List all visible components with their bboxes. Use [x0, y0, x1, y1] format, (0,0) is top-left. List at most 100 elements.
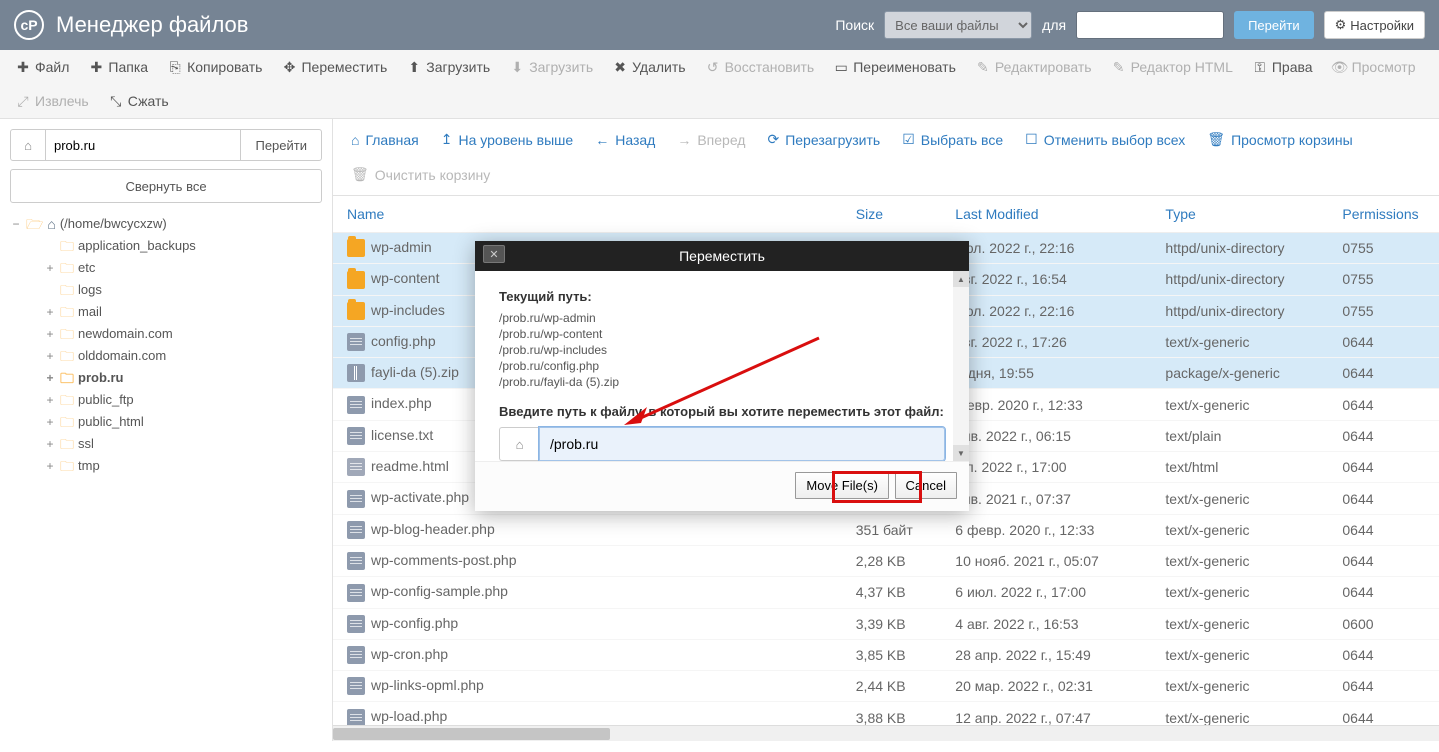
file-name: wp-activate.php [371, 489, 469, 505]
col-size[interactable]: Size [842, 196, 942, 233]
file-icon [347, 427, 365, 445]
expand-icon[interactable]: + [44, 301, 56, 323]
reload-button[interactable]: ⟳Перезагрузить [757, 123, 890, 156]
search-input[interactable] [1076, 11, 1224, 39]
col-name[interactable]: Name [333, 196, 842, 233]
table-row[interactable]: wp-blog-header.php351 байт6 февр. 2020 г… [333, 514, 1439, 545]
expand-icon[interactable]: + [44, 389, 56, 411]
file-icon [347, 552, 365, 570]
back-button[interactable]: ←Назад [585, 123, 665, 156]
upload-button[interactable]: ⬆Загрузить [397, 50, 500, 84]
expand-icon[interactable]: + [44, 257, 56, 279]
dest-home-button[interactable]: ⌂ [499, 427, 539, 461]
select-all-button[interactable]: ☑Выбрать все [892, 123, 1013, 156]
search-go-button[interactable]: Перейти [1234, 11, 1314, 39]
tree-item[interactable]: +🗀public_ftp [10, 389, 322, 411]
eye-icon: 👁 [1333, 60, 1347, 74]
copy-button[interactable]: ⎘Копировать [158, 50, 272, 84]
tree-item-label: olddomain.com [78, 345, 166, 367]
tree-item[interactable]: +🗀mail [10, 301, 322, 323]
tree-item[interactable]: 🗀application_backups [10, 235, 322, 257]
edit-button[interactable]: ✎Редактировать [966, 50, 1102, 84]
settings-button[interactable]: ⚙Настройки [1324, 11, 1425, 39]
tree-item[interactable]: +🗀prob.ru [10, 367, 322, 389]
cancel-button[interactable]: Cancel [895, 472, 957, 499]
path-go-button[interactable]: Перейти [240, 129, 322, 161]
up-button[interactable]: ↥На уровень выше [431, 123, 583, 156]
folder-button[interactable]: ✚Папка [79, 50, 158, 84]
file-modified: февр. 2020 г., 12:33 [941, 389, 1151, 420]
dialog-header[interactable]: ✕ Переместить [475, 241, 969, 271]
tree-item[interactable]: +🗀tmp [10, 455, 322, 477]
close-icon: ✕ [489, 248, 498, 261]
main-toolbar: ✚Файл ✚Папка ⎘Копировать ✥Переместить ⬆З… [0, 50, 1439, 119]
file-button[interactable]: ✚Файл [6, 50, 79, 84]
file-modified: 28 апр. 2022 г., 15:49 [941, 639, 1151, 670]
path-input[interactable] [46, 129, 240, 161]
forward-button[interactable]: →Вперед [667, 123, 755, 156]
empty-trash-button[interactable]: 🗑Очистить корзину [341, 158, 500, 191]
expand-icon[interactable]: + [44, 411, 56, 433]
compress-button[interactable]: ⤡Сжать [99, 84, 179, 118]
permissions-button[interactable]: ⚿Права [1243, 50, 1323, 84]
file-type: text/x-generic [1151, 702, 1328, 725]
file-size: 3,39 KB [842, 608, 942, 639]
tree-item[interactable]: +🗀newdomain.com [10, 323, 322, 345]
deselect-all-button[interactable]: ☐Отменить выбор всех [1015, 123, 1195, 156]
file-name: wp-config.php [371, 615, 458, 631]
move-button[interactable]: ✥Переместить [272, 50, 397, 84]
folder-icon: 🗀 [60, 345, 74, 367]
table-row[interactable]: wp-comments-post.php2,28 KB10 нояб. 2021… [333, 545, 1439, 576]
expand-icon[interactable]: + [44, 455, 56, 477]
folder-icon: 🗀 [60, 279, 74, 301]
file-name: wp-config-sample.php [371, 583, 508, 599]
view-button[interactable]: 👁Просмотр [1323, 50, 1426, 84]
extract-button[interactable]: ⤢Извлечь [6, 84, 99, 118]
folder-icon: 🗀 [60, 455, 74, 477]
view-trash-button[interactable]: 🗑Просмотр корзины [1197, 123, 1362, 156]
tree-item[interactable]: +🗀ssl [10, 433, 322, 455]
search-scope-select[interactable]: Все ваши файлы [884, 11, 1032, 39]
restore-button[interactable]: ↺Восстановить [696, 50, 825, 84]
table-row[interactable]: wp-load.php3,88 KB12 апр. 2022 г., 07:47… [333, 702, 1439, 725]
copy-icon: ⎘ [168, 60, 182, 74]
expand-icon[interactable]: + [44, 345, 56, 367]
dialog-close-button[interactable]: ✕ [483, 245, 505, 263]
table-row[interactable]: wp-cron.php3,85 KB28 апр. 2022 г., 15:49… [333, 639, 1439, 670]
move-confirm-button[interactable]: Move File(s) [795, 472, 889, 499]
expand-icon[interactable]: + [44, 323, 56, 345]
table-row[interactable]: wp-config.php3,39 KB4 авг. 2022 г., 16:5… [333, 608, 1439, 639]
col-permissions[interactable]: Permissions [1328, 196, 1439, 233]
horizontal-scrollbar[interactable] [333, 725, 1439, 741]
collapse-all-button[interactable]: Свернуть все [10, 169, 322, 203]
tree-item-label: prob.ru [78, 367, 124, 389]
app-header: cP Менеджер файлов Поиск Все ваши файлы … [0, 0, 1439, 50]
path-home-button[interactable]: ⌂ [10, 129, 46, 161]
dest-path-input[interactable] [539, 427, 945, 461]
file-type: text/x-generic [1151, 639, 1328, 670]
file-permissions: 0644 [1328, 514, 1439, 545]
home-button[interactable]: ⌂Главная [341, 123, 429, 156]
tree-item[interactable]: +🗀olddomain.com [10, 345, 322, 367]
sidebar: ⌂ Перейти Свернуть все − 🗁 ⌂ (/home/bwcy… [0, 119, 332, 741]
html-editor-button[interactable]: ✎Редактор HTML [1102, 50, 1243, 84]
tree-item[interactable]: +🗀etc [10, 257, 322, 279]
collapse-icon[interactable]: − [10, 213, 22, 235]
delete-button[interactable]: ✖Удалить [603, 50, 695, 84]
col-type[interactable]: Type [1151, 196, 1328, 233]
col-modified[interactable]: Last Modified [941, 196, 1151, 233]
dialog-scrollbar[interactable]: ▲▼ [953, 271, 969, 461]
expand-icon[interactable]: + [44, 367, 56, 389]
table-row[interactable]: wp-config-sample.php4,37 KB6 июл. 2022 г… [333, 577, 1439, 608]
rename-button[interactable]: ▭Переименовать [824, 50, 966, 84]
tree-root[interactable]: − 🗁 ⌂ (/home/bwcycxzw) [10, 213, 322, 235]
table-row[interactable]: wp-links-opml.php2,44 KB20 мар. 2022 г.,… [333, 671, 1439, 702]
folder-icon: 🗀 [60, 235, 74, 257]
tree-item[interactable]: 🗀logs [10, 279, 322, 301]
download-button[interactable]: ⬇Загрузить [500, 50, 603, 84]
file-name: index.php [371, 395, 432, 411]
file-icon [347, 490, 365, 508]
tree-item[interactable]: +🗀public_html [10, 411, 322, 433]
expand-icon[interactable]: + [44, 433, 56, 455]
file-modified: июл. 2022 г., 22:16 [941, 295, 1151, 326]
